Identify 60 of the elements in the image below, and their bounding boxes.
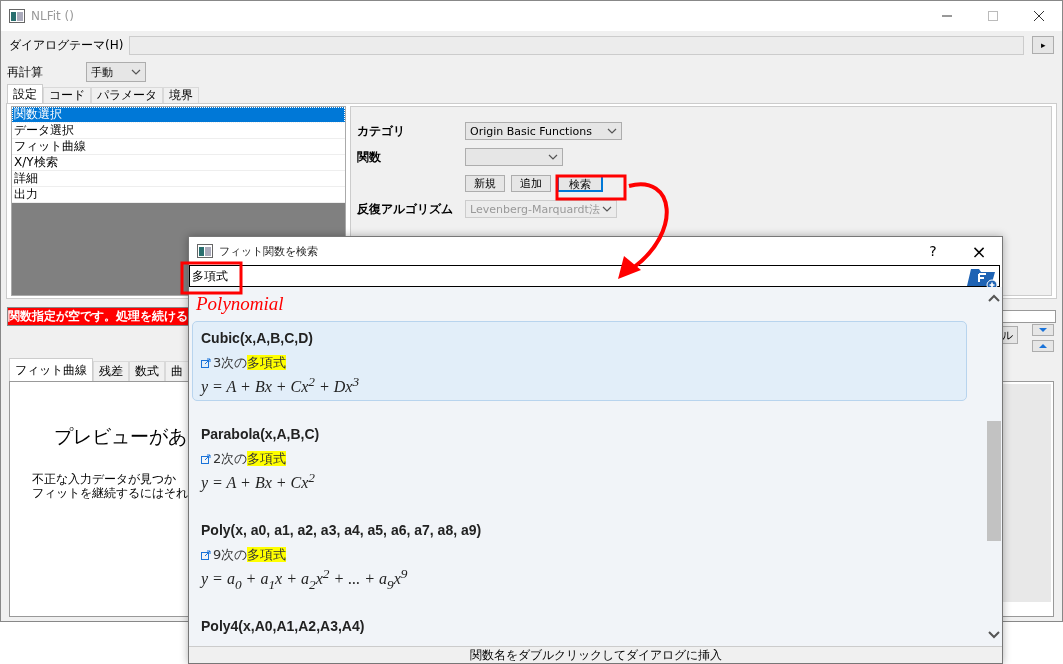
preview-title: プレビューがあ — [54, 424, 187, 449]
error-message: 関数指定が空です。処理を続ける — [7, 306, 189, 326]
scroll-up-icon[interactable] — [987, 293, 1001, 303]
tab[interactable]: 残差 — [93, 361, 129, 381]
tab[interactable]: 設定 — [7, 84, 43, 103]
app-icon — [9, 9, 25, 23]
tab[interactable]: パラメータ — [91, 87, 163, 103]
help-button[interactable]: ? — [910, 237, 956, 265]
field-label: ダイアログテーマ(H) — [9, 36, 124, 54]
formula: y = a$_{0}$ + a$_{1}$x + a$_{2}$x$^{2}$ + ... + a$_{9}$x$^{9}$ — [201, 566, 409, 593]
formula: y = A + Bx + Cx$^{2}$ — [201, 470, 316, 493]
description: 3次の多項式 — [213, 354, 287, 372]
function-name: Poly(x, a0, a1, a2, a3, a4, a5, a6, a7, a8, a9) — [201, 522, 483, 538]
tab[interactable]: 境界 — [163, 87, 199, 103]
close-button[interactable]: × — [956, 237, 1002, 265]
list-item[interactable]: フィット曲線 — [12, 139, 345, 155]
highlight-frame — [180, 261, 243, 295]
app-icon — [197, 244, 213, 258]
list-item[interactable]: 詳細 — [12, 171, 345, 187]
field-label: カテゴリ — [357, 122, 406, 140]
theme-field[interactable] — [129, 35, 1024, 55]
field-label: 反復アルゴリズム — [357, 200, 454, 218]
recalculate-dropdown[interactable]: 手動 — [86, 62, 146, 82]
link-icon[interactable] — [201, 550, 211, 560]
tab[interactable]: コード — [43, 87, 91, 103]
function-name: Cubic(x,A,B,C,D) — [201, 330, 314, 346]
category-dropdown[interactable]: Origin Basic Functions — [465, 122, 622, 140]
highlight-frame — [555, 174, 627, 201]
dialog-title: フィット関数を検索 — [219, 243, 318, 259]
preview-message: 不正な入力データが見つか フィットを継続するにはそれ — [32, 472, 188, 500]
up-arrow-button[interactable] — [1032, 340, 1054, 352]
field-label: 関数 — [357, 148, 382, 166]
field-label: 再計算 — [7, 63, 44, 81]
window-title: NLFit () — [31, 9, 74, 23]
button[interactable]: 新規 — [465, 174, 505, 192]
status-text: 関数名をダブルクリックしてダイアログに挿入 — [189, 646, 1002, 663]
scroll-down-icon[interactable] — [987, 630, 1001, 640]
tab[interactable]: フィット曲線 — [9, 358, 93, 381]
category-heading: Polynomial — [195, 292, 285, 316]
button[interactable]: 追加 — [511, 174, 551, 192]
list-item[interactable]: データ選択 — [12, 123, 345, 139]
search-field[interactable]: 多項式 — [189, 265, 1000, 287]
description: 2次の多項式 — [213, 450, 287, 468]
description: 9次の多項式 — [213, 546, 287, 564]
down-arrow-button[interactable] — [1032, 324, 1054, 336]
list-item[interactable]: X/Y検索 — [12, 155, 345, 171]
formula: y = A + Bx + Cx$^{2}$ + Dx$^{3}$ — [201, 374, 361, 397]
result-card[interactable]: Poly4(x,A0,A1,A2,A3,A4) — [192, 609, 967, 641]
result-card[interactable]: Parabola(x,A,B,C) 2次の多項式 y = A + Bx + Cx$^{2}$ — [192, 417, 967, 497]
link-icon[interactable] — [201, 454, 211, 464]
result-card[interactable]: Cubic(x,A,B,C,D) 3次の多項式 y = A + Bx + Cx$^{2}$ + Dx$^{3}$ — [192, 321, 967, 401]
tab[interactable]: 数式 — [129, 361, 165, 381]
tab[interactable]: 曲 — [165, 361, 189, 381]
function-name: Parabola(x,A,B,C) — [201, 426, 321, 442]
function-name: Poly4(x,A0,A1,A2,A3,A4) — [201, 618, 366, 634]
menu-button[interactable]: ▸ — [1032, 36, 1054, 54]
scroll-thumb[interactable] — [987, 421, 1001, 541]
result-card[interactable]: Poly(x, a0, a1, a2, a3, a4, a5, a6, a7, a8, a9) 9次の多項式 y = a$_{0}$ + a$_{1}$x + a$_{2}$x$^{2}$ + ... + a$_{9}$x$^{9}$ — [192, 513, 967, 593]
link-icon[interactable] — [201, 358, 211, 368]
list-item[interactable]: 関数選択 — [12, 107, 345, 123]
